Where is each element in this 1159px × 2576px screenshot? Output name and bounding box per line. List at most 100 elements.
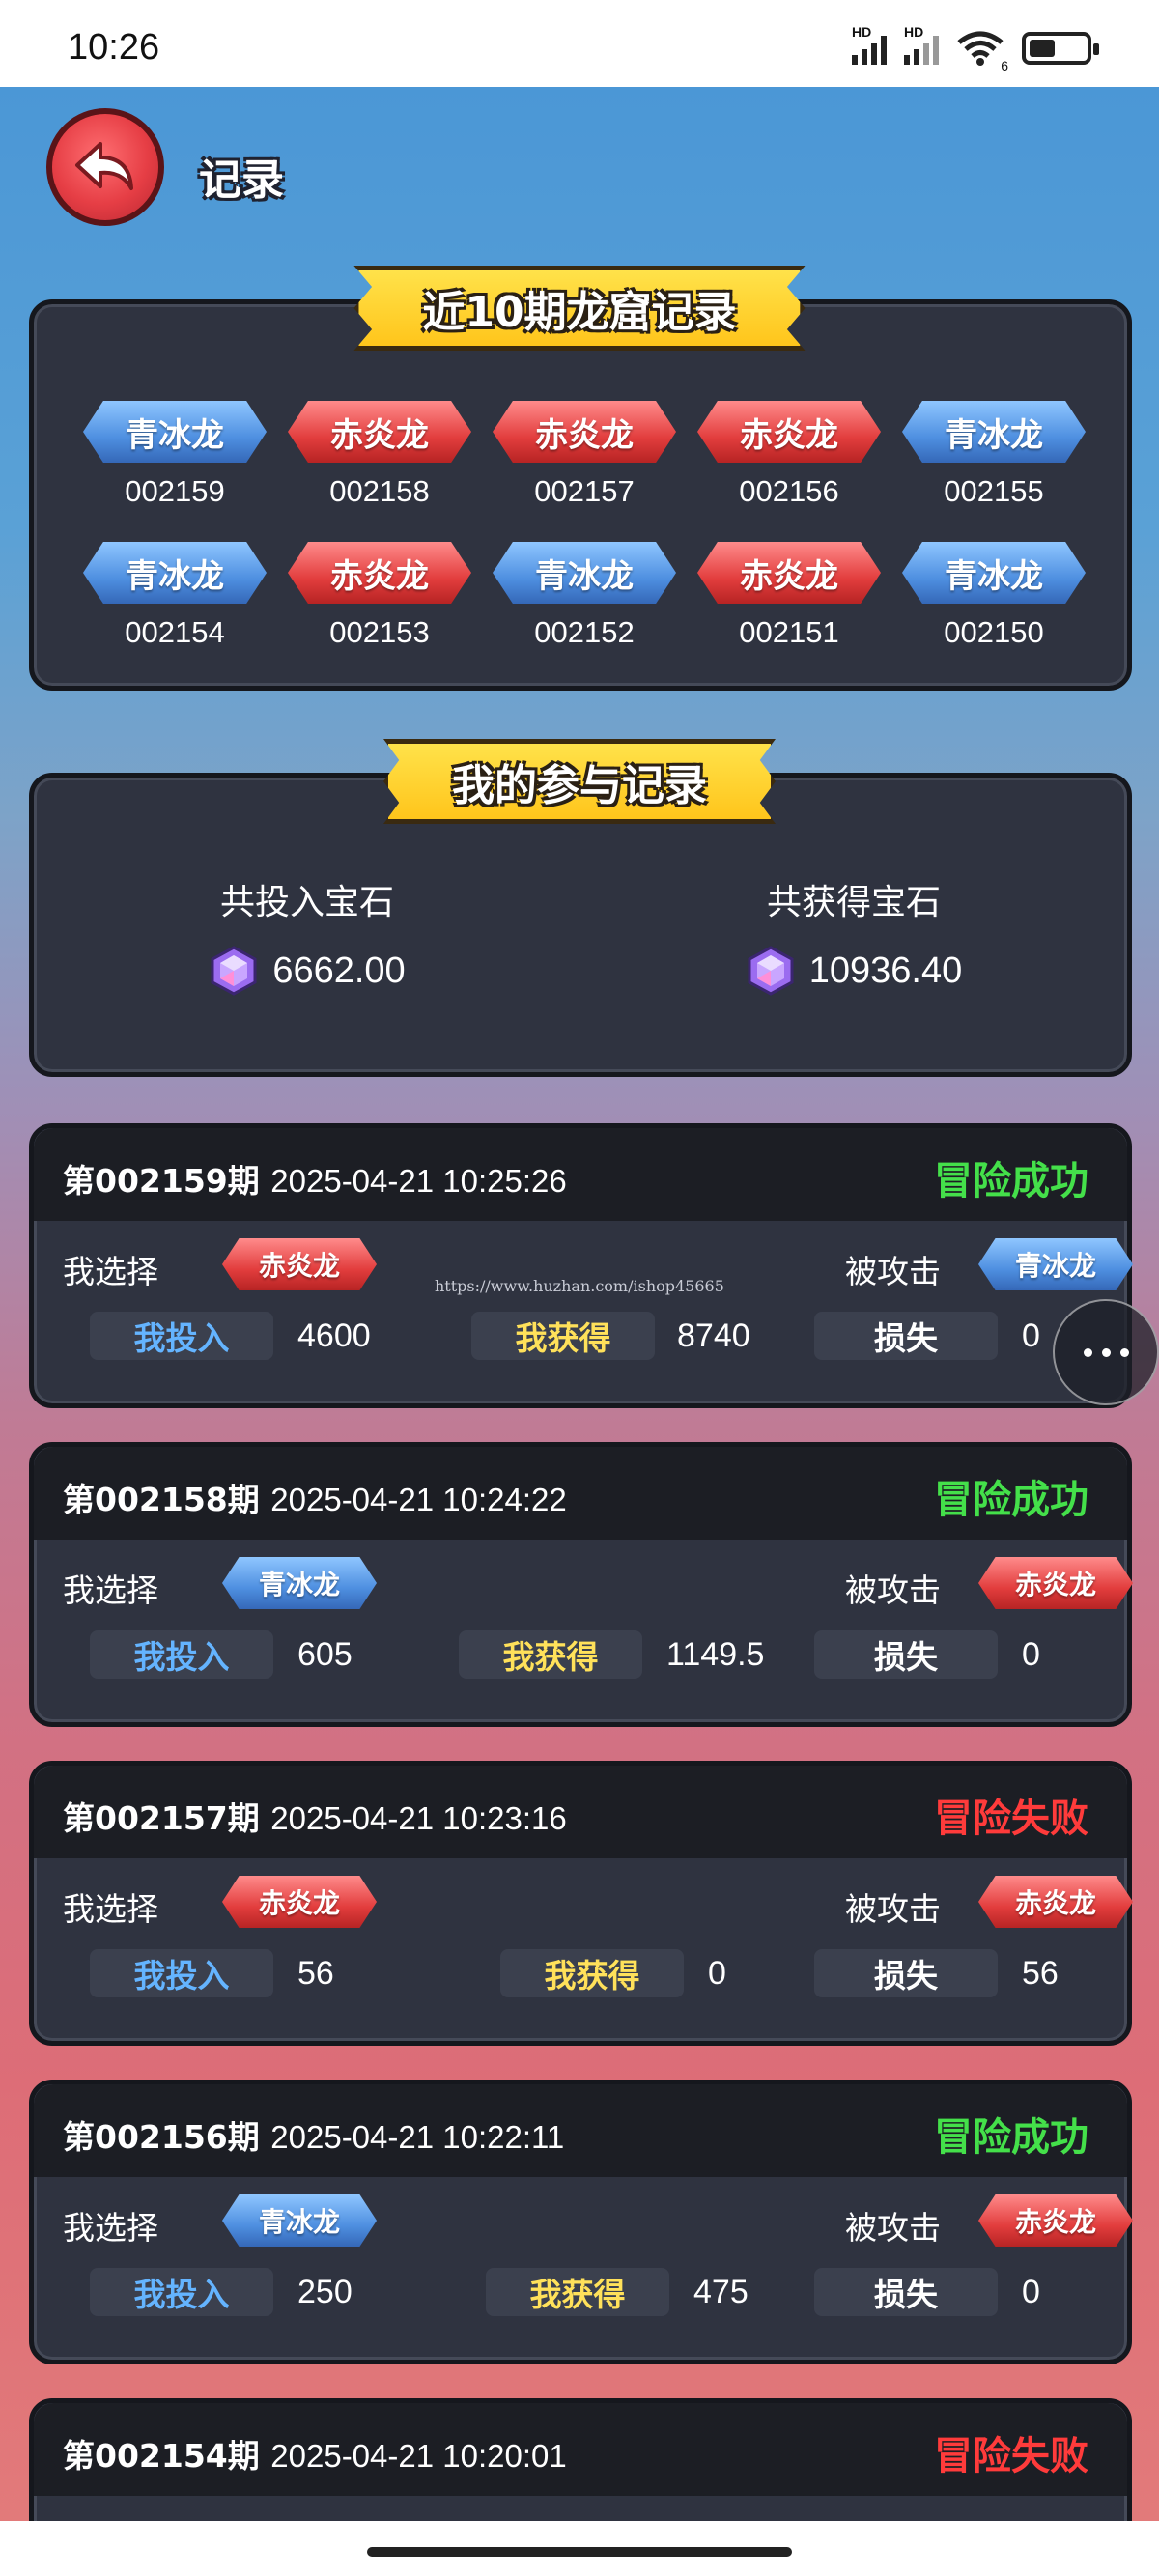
history-item: 青冰龙 002159	[72, 401, 277, 509]
my-in-value: 4600	[297, 1317, 371, 1354]
dragon-tag: 青冰龙	[83, 542, 267, 604]
back-button[interactable]	[46, 108, 164, 226]
record-amount-row: 我投入 56 我获得 0 损失 56	[61, 1949, 1108, 2003]
record-header: 第002154期 2025-04-21 10:20:01 冒险失败	[34, 2403, 1127, 2496]
loss-value: 0	[1022, 1636, 1040, 1673]
more-dot-icon	[1119, 1347, 1129, 1357]
record-period-row: 第002159期 2025-04-21 10:25:26	[63, 1155, 567, 1202]
record-header: 第002159期 2025-04-21 10:25:26 冒险成功	[34, 1128, 1127, 1221]
record-period: 第002159期	[63, 1162, 260, 1200]
dragon-tag-label: 青冰龙	[126, 415, 224, 455]
history-item: 青冰龙 002155	[891, 401, 1096, 509]
dragon-tag-label: 青冰龙	[126, 556, 224, 596]
signal-hd-label: HD	[852, 24, 872, 40]
attacked-label: 被攻击	[845, 1571, 941, 1609]
total-gain-label: 共获得宝石	[766, 883, 941, 922]
dragon-tag: 赤炎龙	[697, 542, 881, 604]
floating-more-button[interactable]	[1053, 1299, 1159, 1405]
my-gain-label: 我获得	[471, 1312, 655, 1360]
history-title-ribbon: 近10期龙窟记录	[353, 266, 806, 351]
status-time: 10:26	[68, 27, 160, 68]
record-datetime: 2025-04-21 10:20:01	[270, 2438, 567, 2474]
record-card[interactable]: 第002157期 2025-04-21 10:23:16 冒险失败 我选择 赤炎龙 被攻…	[29, 1761, 1133, 2046]
record-period-row: 第002154期 2025-04-21 10:20:01	[63, 2430, 567, 2477]
my-choice-tag: 青冰龙	[222, 1557, 377, 1609]
loss-label: 损失	[814, 1949, 998, 1997]
dragon-tag-label: 赤炎龙	[740, 415, 838, 455]
record-amount-row: 我投入 4600 我获得 8740 损失 0	[61, 1312, 1108, 1366]
record-result: 冒险失败	[934, 1797, 1088, 1841]
dragon-tag-label: 赤炎龙	[330, 556, 429, 596]
total-in-label: 共投入宝石	[219, 883, 394, 922]
my-choice-label: 我选择	[63, 1253, 158, 1290]
my-choice-value: 赤炎龙	[258, 1250, 340, 1282]
loss-value: 0	[1022, 1317, 1040, 1354]
history-item: 赤炎龙 002156	[687, 401, 891, 509]
history-item: 赤炎龙 002158	[277, 401, 482, 509]
wifi-badge: 6	[1001, 58, 1008, 73]
my-choice-value: 青冰龙	[258, 1569, 340, 1600]
summary-row: 共投入宝石 6662.00 共获得宝石 10936.40	[34, 874, 1127, 996]
total-in-value: 6662.00	[272, 949, 406, 991]
total-gain-column: 共获得宝石 10936.40	[580, 874, 1127, 996]
status-icons: HD HD 6	[852, 24, 1099, 73]
history-panel: 青冰龙 002159 赤炎龙 002158 赤炎龙 002157 赤炎龙 002156 青冰龙 0…	[29, 299, 1132, 691]
record-card[interactable]: 第002159期 2025-04-21 10:25:26 冒险成功 我选择 赤炎龙 被攻…	[29, 1123, 1133, 1408]
record-choice-row: 我选择 青冰龙 被攻击 赤炎龙	[63, 1555, 1133, 1613]
dragon-tag: 赤炎龙	[697, 401, 881, 463]
record-header: 第002156期 2025-04-21 10:22:11 冒险成功	[34, 2084, 1127, 2177]
dragon-tag: 赤炎龙	[288, 542, 471, 604]
my-in-value: 250	[297, 2274, 353, 2310]
history-grid: 青冰龙 002159 赤炎龙 002158 赤炎龙 002157 赤炎龙 002156 青冰龙 0…	[72, 401, 1096, 650]
my-choice-tag: 青冰龙	[222, 2194, 377, 2247]
record-header: 第002157期 2025-04-21 10:23:16 冒险失败	[34, 1766, 1127, 1858]
record-period: 第002157期	[63, 1799, 260, 1837]
dragon-tag: 青冰龙	[902, 401, 1086, 463]
record-datetime: 2025-04-21 10:22:11	[270, 2119, 565, 2155]
record-card[interactable]: 第002156期 2025-04-21 10:22:11 冒险成功 我选择 青冰龙 被攻…	[29, 2080, 1133, 2364]
record-datetime: 2025-04-21 10:24:22	[270, 1482, 567, 1517]
attacked-tag: 赤炎龙	[978, 1557, 1133, 1609]
my-gain-value: 475	[693, 2274, 749, 2310]
attacked-value: 赤炎龙	[1014, 1569, 1096, 1600]
my-gain-label: 我获得	[459, 1630, 642, 1679]
attacked-value: 赤炎龙	[1014, 1887, 1096, 1919]
dragon-tag: 青冰龙	[83, 401, 267, 463]
my-in-label: 我投入	[90, 1949, 273, 1997]
total-gain-value-row: 10936.40	[746, 946, 962, 996]
record-result: 冒险成功	[934, 2115, 1088, 2160]
loss-label: 损失	[814, 1312, 998, 1360]
loss-label: 损失	[814, 1630, 998, 1679]
my-choice-tag: 赤炎龙	[222, 1238, 377, 1290]
attacked-value: 青冰龙	[1014, 1250, 1096, 1282]
dragon-tag-label: 青冰龙	[945, 415, 1043, 455]
loss-value: 0	[1022, 2274, 1040, 2310]
attacked-tag: 赤炎龙	[978, 1876, 1133, 1928]
record-datetime: 2025-04-21 10:23:16	[270, 1800, 567, 1836]
my-choice-label: 我选择	[63, 1890, 158, 1928]
total-in-value-row: 6662.00	[209, 946, 406, 996]
record-choice-row: 我选择 赤炎龙 被攻击 赤炎龙	[63, 1874, 1133, 1932]
history-period: 002151	[739, 615, 839, 649]
history-item: 赤炎龙 002157	[482, 401, 687, 509]
my-in-label: 我投入	[90, 1630, 273, 1679]
my-choice-value: 赤炎龙	[258, 1887, 340, 1919]
dragon-tag-label: 青冰龙	[535, 556, 634, 596]
history-period: 002150	[944, 615, 1044, 649]
my-choice-tag: 赤炎龙	[222, 1876, 377, 1928]
history-item: 青冰龙 002150	[891, 542, 1096, 650]
history-item: 赤炎龙 002151	[687, 542, 891, 650]
history-item: 青冰龙 002154	[72, 542, 277, 650]
home-indicator[interactable]	[367, 2547, 792, 2557]
signal-hd-label-2: HD	[904, 24, 924, 40]
my-in-value: 56	[297, 1955, 334, 1992]
history-period: 002153	[329, 615, 430, 649]
record-choice-row: 我选择 青冰龙 被攻击 赤炎龙	[63, 2193, 1133, 2250]
record-period: 第002156期	[63, 2118, 260, 2156]
total-in-column: 共投入宝石 6662.00	[34, 874, 580, 996]
attacked-label: 被攻击	[845, 2209, 941, 2247]
record-card[interactable]: 第002158期 2025-04-21 10:24:22 冒险成功 我选择 青冰龙 被攻…	[29, 1442, 1133, 1727]
battery-icon	[1022, 32, 1099, 65]
history-period: 002156	[739, 474, 839, 508]
record-period: 第002158期	[63, 1481, 260, 1518]
